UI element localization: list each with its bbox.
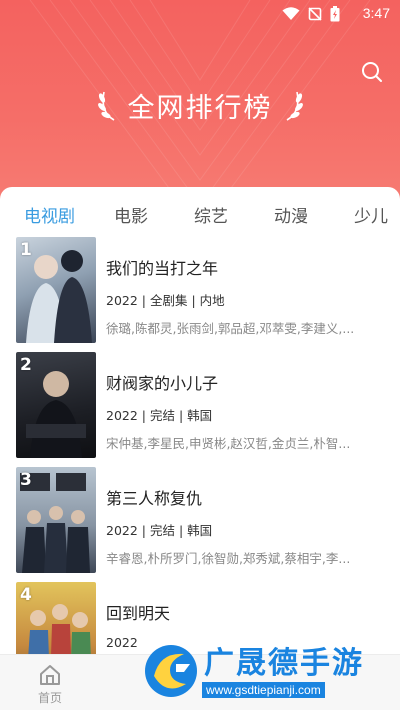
status-icons bbox=[282, 6, 340, 22]
list-item[interactable]: 2 财阀家的小儿子 2022 | 完结 | 韩国 宋仲基,李星民,申贤彬,赵汉哲… bbox=[0, 352, 400, 462]
item-cast: 辛睿恩,朴所罗门,徐智勋,郑秀斌,蔡相宇,李... bbox=[106, 551, 351, 566]
sim-off-icon bbox=[308, 7, 322, 21]
title-row: 全网排行榜 bbox=[0, 82, 400, 128]
battery-icon bbox=[330, 6, 340, 22]
tab-anime[interactable]: 动漫 bbox=[274, 202, 308, 227]
page-title: 全网排行榜 bbox=[127, 92, 273, 124]
poster-image: 1 bbox=[16, 237, 96, 343]
nav-home-label: 首页 bbox=[37, 691, 62, 705]
item-info: 第三人称复仇 2022 | 完结 | 韩国 辛睿恩,朴所罗门,徐智勋,郑秀斌,蔡… bbox=[106, 467, 386, 567]
list-item[interactable]: 1 我们的当打之年 2022 | 全剧集 | 内地 徐璐,陈都灵,张雨剑,郭品超… bbox=[0, 237, 400, 347]
item-title: 回到明天 bbox=[106, 604, 171, 623]
item-meta: 2022 | 完结 | 韩国 bbox=[106, 523, 213, 538]
item-info: 财阀家的小儿子 2022 | 完结 | 韩国 宋仲基,李星民,申贤彬,赵汉哲,金… bbox=[106, 352, 386, 452]
laurel-right-icon bbox=[286, 91, 303, 121]
item-title: 第三人称复仇 bbox=[106, 489, 203, 508]
poster-image: 3 bbox=[16, 467, 96, 573]
tab-kids[interactable]: 少儿 bbox=[354, 202, 388, 227]
rank-number: 1 bbox=[20, 240, 32, 260]
nav-home[interactable]: 首页 bbox=[30, 661, 70, 707]
list-item[interactable]: 3 第三人称复仇 2022 | 完结 | 韩国 辛睿恩,朴所罗门,徐智勋,郑秀斌… bbox=[0, 467, 400, 577]
watermark-url: www.gsdtiepianji.com bbox=[202, 682, 325, 698]
watermark-text: 广晟德手游 bbox=[204, 646, 364, 681]
category-tabs: 电视剧 电影 综艺 动漫 少儿 bbox=[0, 187, 400, 239]
poster-image: 2 bbox=[16, 352, 96, 458]
search-icon bbox=[362, 62, 382, 82]
item-cast: 徐璐,陈都灵,张雨剑,郭品超,邓萃雯,李建义,... bbox=[106, 321, 355, 336]
rank-number: 3 bbox=[20, 470, 32, 490]
item-title: 我们的当打之年 bbox=[106, 259, 219, 278]
item-cast: 宋仲基,李星民,申贤彬,赵汉哲,金贞兰,朴智... bbox=[106, 436, 351, 451]
tab-tv[interactable]: 电视剧 bbox=[24, 202, 75, 227]
rank-number: 2 bbox=[20, 355, 32, 375]
search-button[interactable] bbox=[360, 60, 384, 84]
rank-number: 4 bbox=[20, 585, 32, 605]
watermark: 广晟德手游 www.gsdtiepianji.com bbox=[140, 632, 400, 710]
status-time: 3:47 bbox=[362, 5, 390, 21]
item-meta: 2022 | 全剧集 | 内地 bbox=[106, 293, 225, 308]
tab-variety[interactable]: 综艺 bbox=[194, 202, 228, 227]
laurel-left-icon bbox=[97, 91, 114, 121]
item-title: 财阀家的小儿子 bbox=[106, 374, 219, 393]
item-meta: 2022 | 完结 | 韩国 bbox=[106, 408, 213, 423]
tab-movie[interactable]: 电影 bbox=[114, 202, 148, 227]
app-screen: 3:47 全网排行榜 电视剧 电影 综艺 动漫 少儿 1 我们的当打之年 202… bbox=[0, 0, 400, 710]
ranking-header: 3:47 全网排行榜 bbox=[0, 0, 400, 215]
home-icon bbox=[40, 665, 60, 685]
watermark-logo bbox=[145, 645, 197, 697]
wifi-icon bbox=[282, 7, 300, 20]
item-info: 我们的当打之年 2022 | 全剧集 | 内地 徐璐,陈都灵,张雨剑,郭品超,邓… bbox=[106, 237, 386, 337]
status-bar: 3:47 bbox=[0, 0, 400, 28]
